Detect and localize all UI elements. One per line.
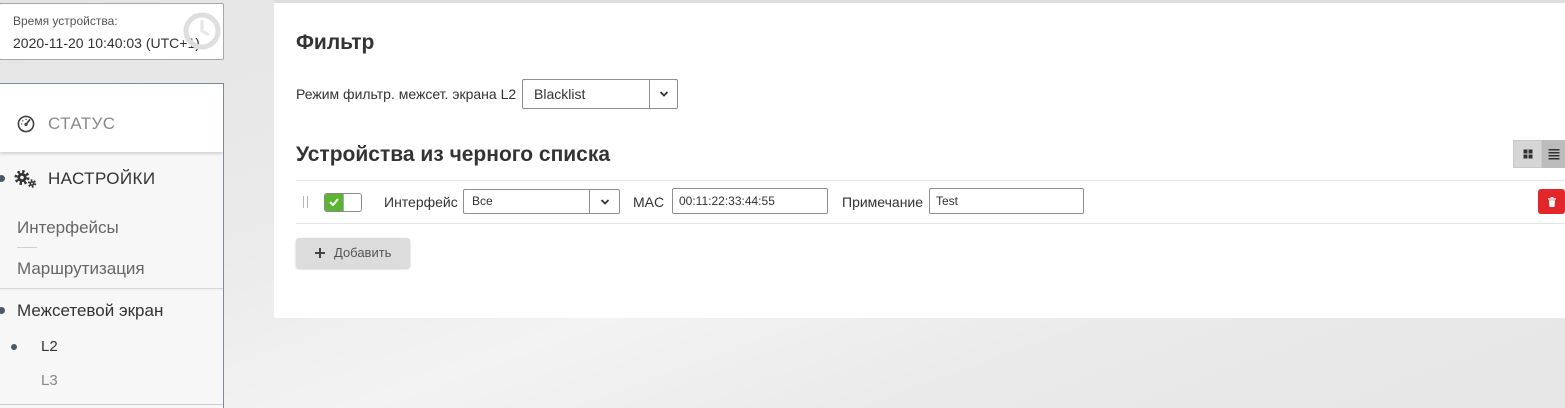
interface-label: Интерфейс xyxy=(384,194,458,210)
sidebar-divider xyxy=(17,247,37,248)
firewall-bullet-icon xyxy=(0,307,5,314)
filter-mode-label: Режим фильтр. межсет. экрана L2 xyxy=(296,86,517,102)
device-time-label: Время устройства: xyxy=(13,14,118,28)
plus-icon xyxy=(315,248,325,258)
grid-view-button[interactable] xyxy=(1513,140,1542,168)
row-enabled-toggle[interactable] xyxy=(324,193,362,212)
sidebar-item-interfaces[interactable]: Интерфейсы xyxy=(0,218,223,238)
mac-label: MAC xyxy=(633,194,665,210)
list-bottom-divider xyxy=(296,223,1565,224)
sidebar: СТАТУС НАСТРОЙКИ Интерфейсы Маршрутизаци… xyxy=(0,83,224,408)
sidebar-divider-bottom xyxy=(0,404,223,405)
filter-mode-select[interactable]: Blacklist xyxy=(522,79,678,109)
chevron-down-icon xyxy=(600,198,609,205)
filter-title: Фильтр xyxy=(296,31,375,54)
sidebar-section-firewall[interactable]: Межсетевой экран xyxy=(0,300,223,322)
sidebar-item-interfaces-label: Интерфейсы xyxy=(17,218,119,237)
sidebar-item-l2-label: L2 xyxy=(41,338,58,355)
interface-select-value: Все xyxy=(472,194,493,208)
sidebar-separator xyxy=(0,288,223,289)
sidebar-item-l2[interactable]: L2 xyxy=(0,338,223,356)
main-panel: Фильтр Режим фильтр. межсет. экрана L2 B… xyxy=(274,0,1565,318)
drag-handle-icon[interactable] xyxy=(303,196,309,208)
device-time-panel: Время устройства: 2020-11-20 10:40:03 (U… xyxy=(0,3,224,60)
sidebar-item-status[interactable]: СТАТУС xyxy=(0,84,223,152)
list-icon xyxy=(1548,149,1559,160)
clock-watermark-icon xyxy=(183,12,221,50)
add-device-button[interactable]: Добавить xyxy=(296,238,410,268)
blacklist-title: Устройства из черного списка xyxy=(296,143,611,166)
note-label: Примечание xyxy=(842,194,924,210)
grid-icon xyxy=(1523,149,1532,159)
chevron-down-icon xyxy=(659,91,668,97)
sidebar-item-status-label: СТАТУС xyxy=(48,114,116,133)
trash-icon xyxy=(1547,196,1556,207)
gauge-icon xyxy=(17,115,35,133)
list-view-button[interactable] xyxy=(1542,140,1565,168)
sidebar-section-settings-label: НАСТРОЙКИ xyxy=(48,169,156,188)
settings-bullet-icon xyxy=(0,175,5,182)
gears-icon xyxy=(14,170,37,188)
blacklist-row: Интерфейс Все MAC Примечание xyxy=(296,181,1565,223)
toggle-on-segment xyxy=(325,194,343,211)
l2-active-bullet-icon xyxy=(11,344,17,350)
device-time-value: 2020-11-20 10:40:03 (UTC+1) xyxy=(13,35,200,51)
mac-input[interactable] xyxy=(672,188,828,214)
sidebar-item-routing-label: Маршрутизация xyxy=(17,259,145,278)
toggle-knob xyxy=(343,194,361,211)
sidebar-section-settings[interactable]: НАСТРОЙКИ xyxy=(0,168,223,190)
note-input[interactable] xyxy=(929,188,1084,214)
interface-dropdown-button[interactable] xyxy=(589,190,619,213)
delete-row-button[interactable] xyxy=(1538,189,1565,214)
sidebar-item-routing[interactable]: Маршрутизация xyxy=(0,259,223,279)
interface-select[interactable]: Все xyxy=(463,189,620,214)
panel-top-border xyxy=(274,0,1565,3)
check-icon xyxy=(329,198,339,206)
add-device-label: Добавить xyxy=(334,245,392,260)
sidebar-section-firewall-label: Межсетевой экран xyxy=(17,301,164,320)
sidebar-item-l3-label: L3 xyxy=(41,372,58,389)
filter-mode-value: Blacklist xyxy=(534,86,586,102)
filter-mode-dropdown-button[interactable] xyxy=(649,80,677,108)
sidebar-item-l3[interactable]: L3 xyxy=(0,372,223,390)
